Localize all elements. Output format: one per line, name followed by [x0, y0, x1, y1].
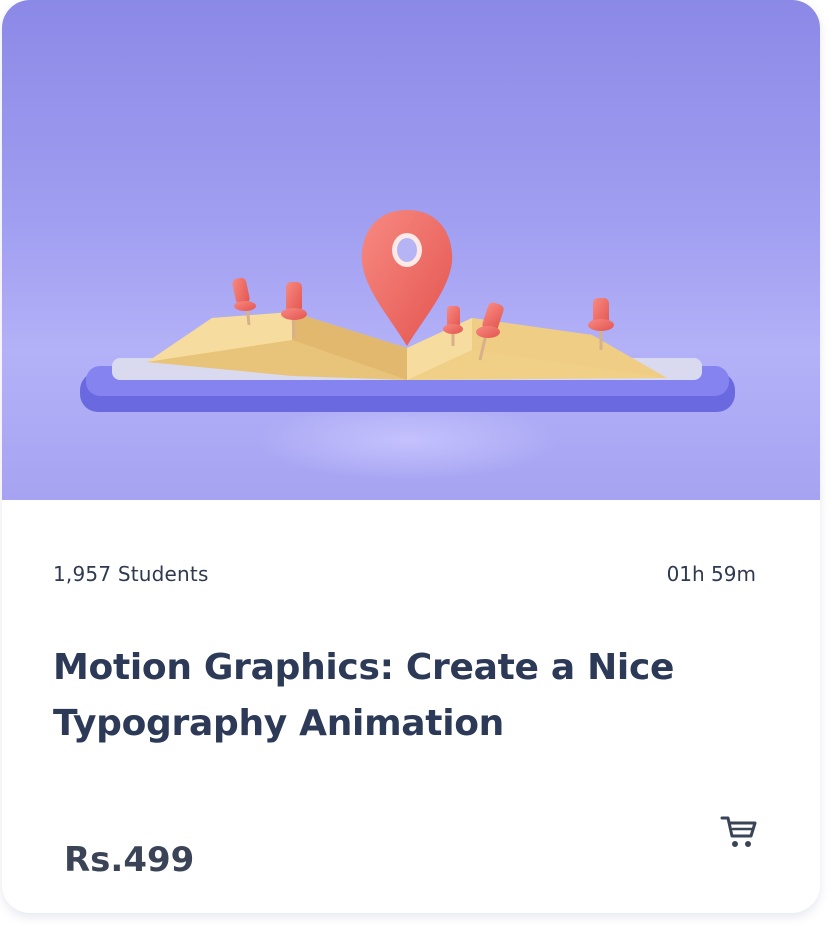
map-illustration [80, 210, 735, 480]
location-marker-icon [361, 210, 453, 346]
course-duration: 01h 59m [666, 562, 756, 586]
course-price: Rs.499 [64, 840, 195, 880]
shopping-cart-icon [720, 816, 757, 847]
add-to-cart-button[interactable] [720, 814, 758, 850]
course-title[interactable]: Motion Graphics: Create a Nice Typograph… [53, 640, 693, 752]
student-count: 1,957 Students [53, 562, 209, 586]
course-thumbnail[interactable] [2, 0, 820, 500]
course-card[interactable]: 1,957 Students 01h 59m Motion Graphics: … [2, 0, 820, 913]
